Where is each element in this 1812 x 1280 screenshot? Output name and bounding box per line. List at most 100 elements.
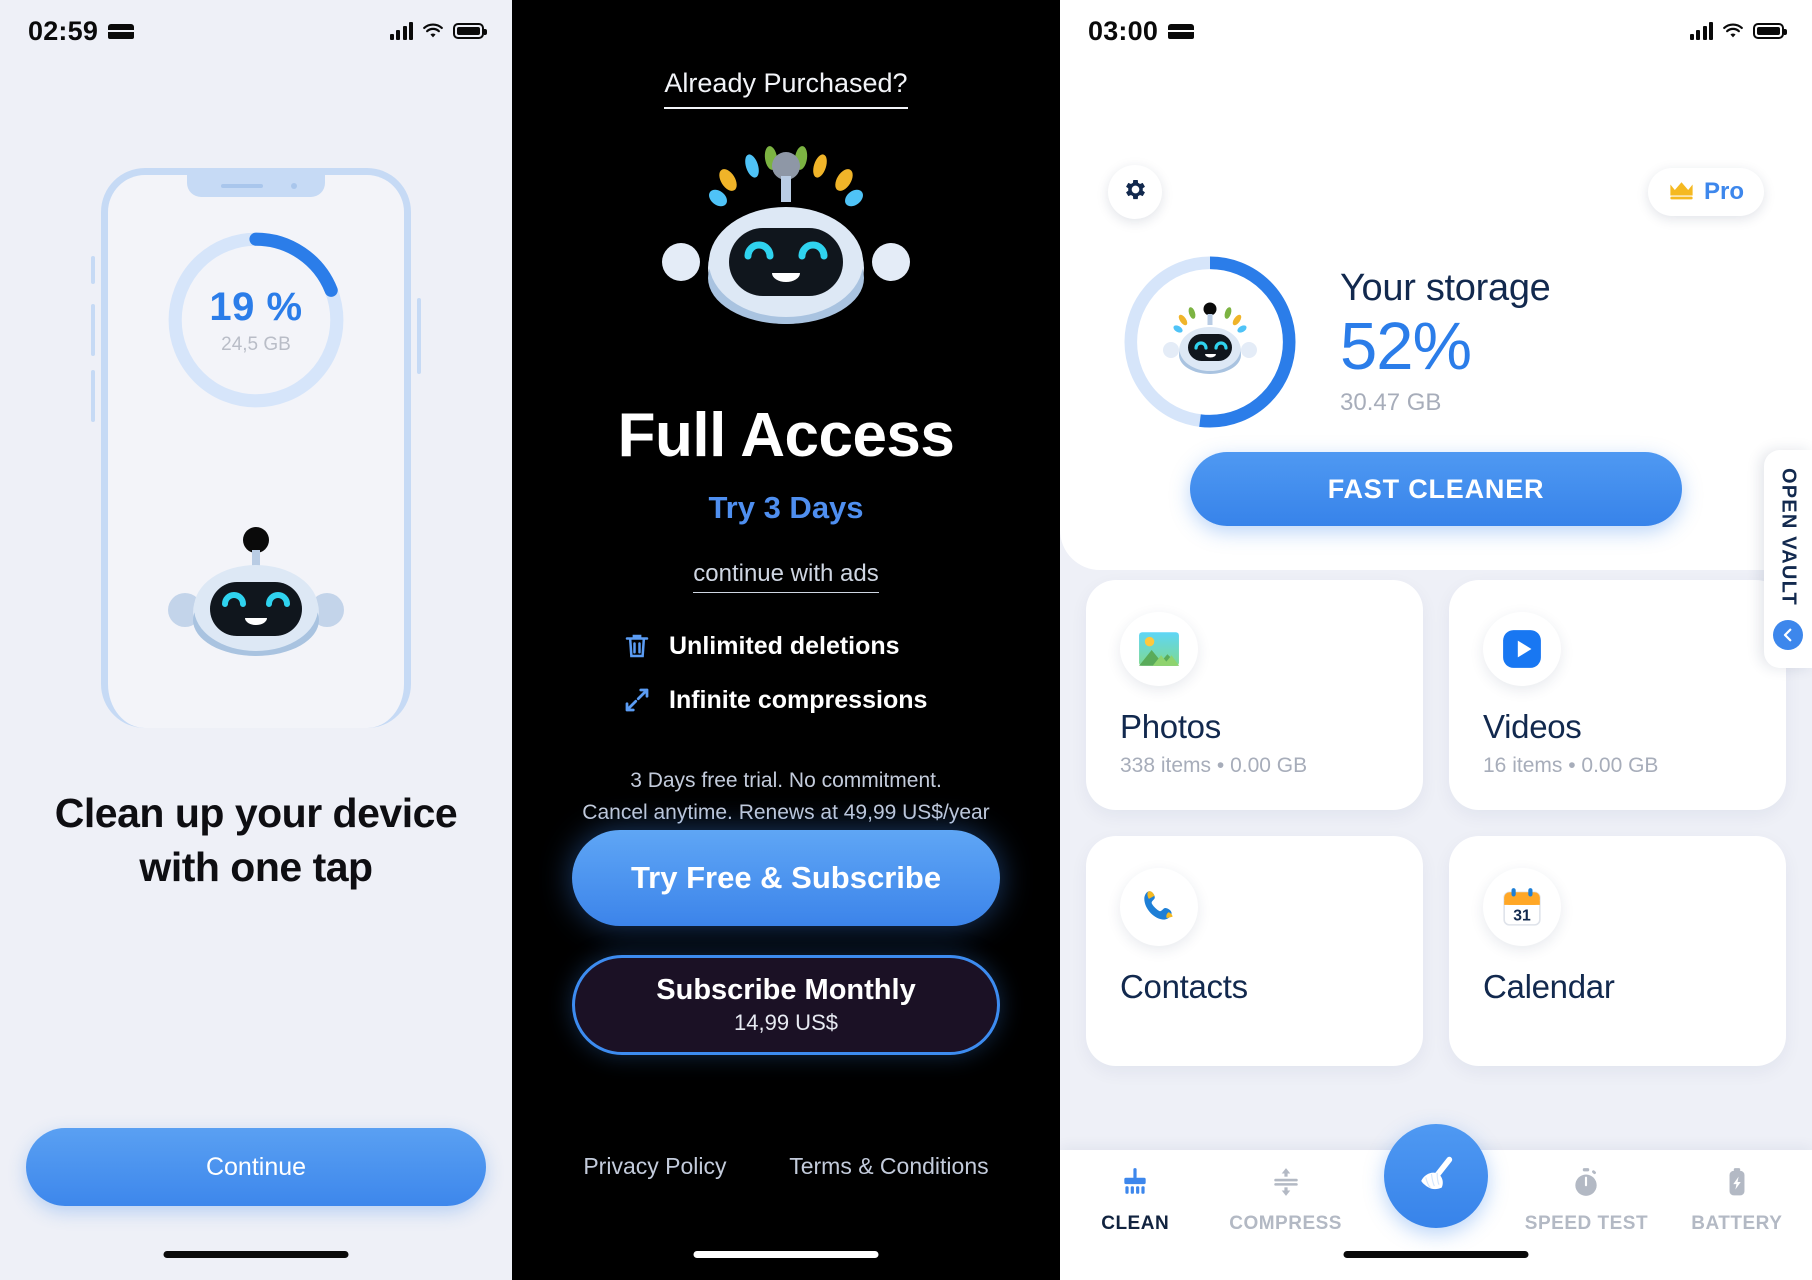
- pro-badge-button[interactable]: Pro: [1647, 168, 1764, 216]
- open-vault-label: OPEN VAULT: [1777, 468, 1800, 606]
- try-free-subscribe-button[interactable]: Try Free & Subscribe: [572, 830, 1000, 926]
- robot-hero-icon: [656, 140, 916, 340]
- compress-icon: [1270, 1166, 1302, 1203]
- continue-with-ads-label: continue with ads: [693, 560, 879, 593]
- settings-button[interactable]: [1108, 165, 1162, 219]
- storage-percent: 19 %: [209, 284, 303, 329]
- screenshot-root: 02:59 19 % 24,5 GB Clean up your device …: [0, 0, 1812, 1280]
- onboarding-screen: 02:59 19 % 24,5 GB Clean up your device …: [0, 0, 512, 1280]
- trial-disclaimer-line1: 3 Days free trial. No commitment.: [630, 769, 942, 792]
- subscribe-monthly-button[interactable]: Subscribe Monthly 14,99 US$: [572, 955, 1000, 1055]
- bottom-tab-bar: CLEAN COMPRESS SPEED TEST BATTERY: [1060, 1124, 1812, 1280]
- svg-text:31: 31: [1513, 908, 1531, 925]
- compress-arrows-icon: [621, 684, 653, 716]
- trash-icon: [621, 630, 653, 662]
- continue-button[interactable]: Continue: [26, 1128, 486, 1206]
- home-indicator: [1343, 1251, 1529, 1258]
- status-bar-dashboard: 03:00: [1060, 0, 1812, 62]
- paywall-screen: Already Purchased? Full Access Try 3 Day…: [512, 0, 1060, 1280]
- status-time: 02:59: [28, 15, 99, 46]
- battery-icon: [1753, 23, 1787, 39]
- video-icon: [1483, 612, 1561, 686]
- category-card-videos[interactable]: Videos 16 items • 0.00 GB: [1449, 580, 1786, 810]
- category-subtitle: 16 items • 0.00 GB: [1483, 754, 1659, 777]
- category-card-calendar[interactable]: 31 Calendar: [1449, 836, 1786, 1066]
- gear-icon: [1122, 176, 1149, 208]
- status-bar-onboarding: 02:59: [0, 0, 512, 62]
- category-title: Contacts: [1120, 968, 1248, 1005]
- paywall-subtitle: Try 3 Days: [708, 490, 864, 525]
- phone-volume-up: [91, 304, 95, 356]
- already-purchased-label: Already Purchased?: [664, 68, 908, 109]
- stopwatch-icon: [1570, 1166, 1602, 1203]
- storage-size: 30.47 GB: [1340, 388, 1442, 416]
- tab-label: COMPRESS: [1229, 1213, 1342, 1234]
- terms-conditions-link[interactable]: Terms & Conditions: [789, 1153, 988, 1180]
- notch-speaker: [221, 184, 263, 188]
- home-indicator: [163, 1251, 349, 1258]
- tab-speed-test[interactable]: SPEED TEST: [1511, 1166, 1661, 1235]
- tab-battery[interactable]: BATTERY: [1662, 1166, 1812, 1235]
- battery-bolt-icon: [1721, 1166, 1753, 1203]
- dashboard-screen: 03:00 Pro Your storage 52% 30.47 GB FAST…: [1060, 0, 1812, 1280]
- trial-disclaimer: 3 Days free trial. No commitment. Cancel…: [512, 765, 1060, 828]
- privacy-policy-link[interactable]: Privacy Policy: [583, 1153, 726, 1180]
- tab-label: SPEED TEST: [1524, 1213, 1649, 1234]
- wifi-icon: [422, 23, 444, 40]
- wifi-icon: [1722, 23, 1744, 40]
- open-vault-tab[interactable]: OPEN VAULT: [1764, 450, 1812, 668]
- bed-icon: [108, 23, 135, 39]
- broom-icon: [1119, 1166, 1151, 1203]
- onboarding-content: 19 % 24,5 GB Clean up your device with o…: [0, 0, 512, 1280]
- continue-with-ads-link[interactable]: continue with ads: [512, 560, 1060, 593]
- feature-label: Infinite compressions: [669, 685, 928, 714]
- clean-fab-button[interactable]: [1384, 1124, 1489, 1228]
- category-title: Calendar: [1483, 968, 1615, 1005]
- chevron-left-icon: [1773, 619, 1803, 650]
- feature-label: Unlimited deletions: [669, 631, 900, 660]
- trial-disclaimer-line2: Cancel anytime. Renews at 49,99 US$/year: [582, 800, 990, 824]
- signal-icon: [389, 22, 413, 40]
- tab-label: BATTERY: [1691, 1213, 1783, 1234]
- pro-label: Pro: [1703, 178, 1744, 205]
- status-left: 02:59: [28, 15, 135, 47]
- category-title: Videos: [1483, 708, 1582, 745]
- feature-row: Infinite compressions: [621, 684, 951, 716]
- category-subtitle: 338 items • 0.00 GB: [1120, 754, 1308, 777]
- status-left: 03:00: [1088, 15, 1195, 47]
- feature-list: Unlimited deletions Infinite compression…: [512, 630, 1060, 716]
- phone-notch: [187, 175, 325, 197]
- phone-volume-down: [91, 370, 95, 422]
- home-indicator: [693, 1251, 879, 1258]
- legal-links: Privacy Policy Terms & Conditions: [512, 1153, 1060, 1180]
- signal-icon: [1689, 22, 1713, 40]
- status-right: [1689, 22, 1787, 40]
- category-title: Photos: [1120, 708, 1221, 745]
- category-card-photos[interactable]: Photos 338 items • 0.00 GB: [1086, 580, 1423, 810]
- tab-label: CLEAN: [1101, 1213, 1170, 1234]
- calendar-icon: 31: [1483, 868, 1561, 946]
- tab-clean[interactable]: CLEAN: [1060, 1166, 1210, 1235]
- feature-row: Unlimited deletions: [621, 630, 951, 662]
- status-time: 03:00: [1088, 15, 1159, 46]
- phone-icon: [1120, 868, 1198, 946]
- already-purchased-link[interactable]: Already Purchased?: [512, 68, 1060, 109]
- subscribe-monthly-title: Subscribe Monthly: [656, 974, 916, 1006]
- crown-icon: [1668, 180, 1695, 205]
- phone-power-button: [417, 298, 421, 374]
- battery-icon: [453, 23, 487, 39]
- storage-info: Your storage 52% 30.47 GB: [1340, 267, 1551, 416]
- category-grid: Photos 338 items • 0.00 GB Videos 16 ite…: [1086, 580, 1786, 1066]
- storage-ring-text: 19 % 24,5 GB: [162, 226, 350, 414]
- storage-ring-onboarding: 19 % 24,5 GB: [162, 226, 350, 414]
- onboarding-headline: Clean up your device with one tap: [54, 790, 458, 891]
- robot-mascot-icon: [1161, 298, 1259, 380]
- storage-size: 24,5 GB: [221, 333, 291, 355]
- bed-icon: [1168, 23, 1195, 39]
- category-card-contacts[interactable]: Contacts: [1086, 836, 1423, 1066]
- status-right: [389, 22, 487, 40]
- fast-cleaner-button[interactable]: FAST CLEANER: [1190, 452, 1682, 526]
- storage-ring-dashboard: [1120, 252, 1300, 432]
- phone-mute-switch: [91, 256, 95, 284]
- tab-compress[interactable]: COMPRESS: [1210, 1166, 1360, 1235]
